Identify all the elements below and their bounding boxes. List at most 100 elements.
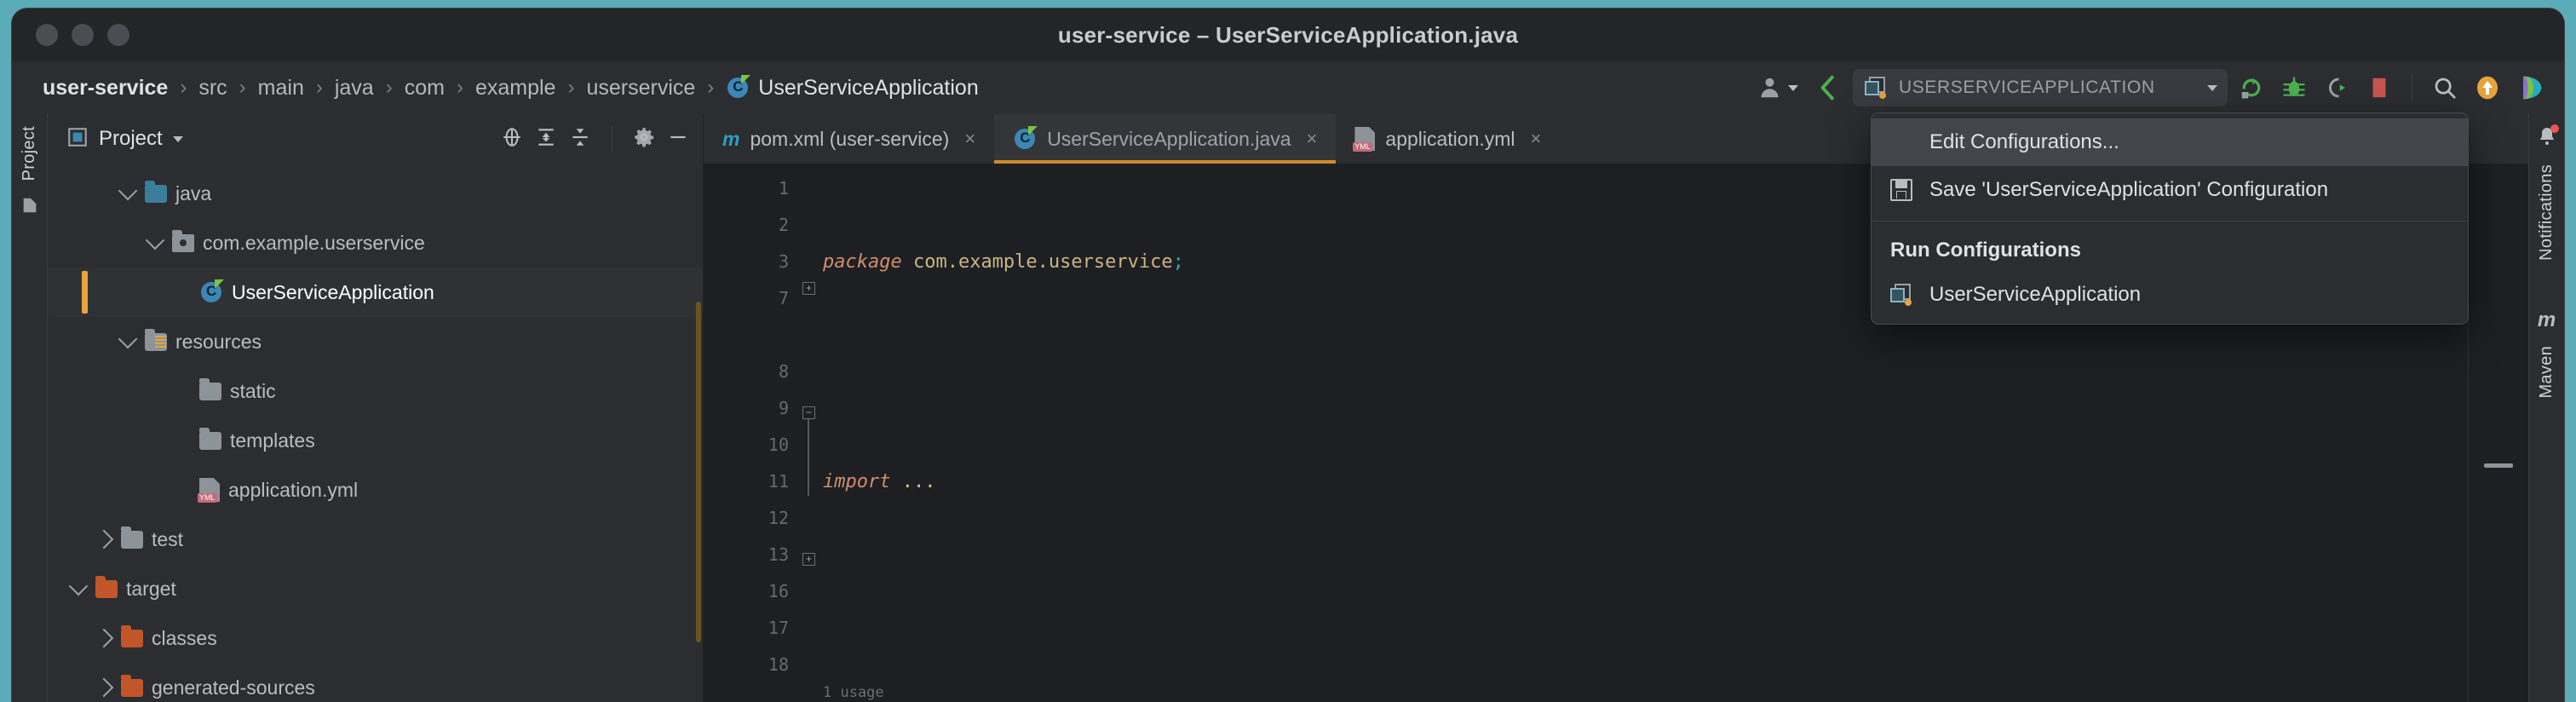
chevron-down-icon[interactable] <box>145 230 165 250</box>
settings-gear-icon[interactable] <box>633 126 655 152</box>
tree-item-classes[interactable]: classes <box>48 613 703 663</box>
run-icon[interactable] <box>2233 69 2270 106</box>
line-number: 12 <box>768 508 789 528</box>
tree-item-package[interactable]: com.example.userservice <box>48 218 703 268</box>
chevron-down-icon[interactable] <box>118 181 138 201</box>
menu-item-userserviceapplication[interactable]: UserServiceApplication <box>1872 271 2468 319</box>
menu-section-header: Run Configurations <box>1890 239 2081 262</box>
tree-item-label: java <box>175 181 212 204</box>
breadcrumb: user-service › src › main › java › com ›… <box>36 74 986 102</box>
tree-item-label: target <box>126 577 176 600</box>
tree-item-templates[interactable]: templates <box>48 416 703 465</box>
folder-target-icon <box>121 624 143 647</box>
breadcrumb-item-project[interactable]: user-service <box>36 74 175 102</box>
debug-icon[interactable] <box>2275 69 2313 106</box>
commit-icon[interactable] <box>20 196 39 219</box>
line-number: 1 <box>778 178 789 199</box>
run-with-coverage-icon[interactable] <box>2318 69 2355 106</box>
breadcrumb-separator: › <box>180 76 187 99</box>
expand-all-icon[interactable] <box>535 126 557 152</box>
menu-item-edit-configurations[interactable]: Edit Configurations... <box>1872 118 2468 166</box>
tree-item-static[interactable]: static <box>48 366 703 416</box>
chevron-right-icon[interactable] <box>94 677 114 698</box>
folder-icon <box>199 377 221 400</box>
fold-gutter[interactable]: + − + <box>797 164 823 702</box>
yml-file-icon: YML <box>198 478 220 503</box>
tree-item-label: classes <box>152 626 217 649</box>
stop-icon[interactable] <box>2360 69 2398 106</box>
sidebar-tab-project[interactable]: Project <box>20 126 39 181</box>
tree-item-generated-sources[interactable]: generated-sources <box>48 663 703 702</box>
project-scrollbar[interactable] <box>696 302 701 642</box>
breadcrumb-item-src[interactable]: src <box>192 74 233 102</box>
menu-item-save-configuration[interactable]: Save 'UserServiceApplication' Configurat… <box>1872 166 2468 214</box>
ai-assistant-icon[interactable] <box>2511 69 2549 106</box>
bell-icon[interactable] <box>2537 124 2559 151</box>
fold-marker-import[interactable]: + <box>802 282 815 295</box>
line-number-gutter: 1 2 3 7 . 8 9 10 11 12 13 16 17 18 <box>704 164 819 702</box>
close-window-button[interactable] <box>36 24 58 46</box>
close-icon[interactable]: × <box>964 128 975 150</box>
hide-panel-icon[interactable] <box>667 126 689 152</box>
tree-item-target[interactable]: target <box>48 564 703 613</box>
breadcrumb-separator: › <box>239 76 246 99</box>
update-arrow-icon[interactable] <box>2469 69 2506 106</box>
line-number: 2 <box>778 215 789 235</box>
java-class-icon: C <box>199 279 224 304</box>
line-number: 17 <box>768 618 789 638</box>
chevron-down-icon[interactable] <box>68 576 89 596</box>
close-icon[interactable]: × <box>1531 128 1542 150</box>
folder-source-icon <box>145 180 167 203</box>
tab-label: pom.xml (user-service) <box>750 127 950 150</box>
chevron-down-icon[interactable] <box>172 135 183 142</box>
fold-marker-method[interactable]: + <box>802 553 815 566</box>
chevron-right-icon[interactable] <box>94 628 114 648</box>
search-icon[interactable] <box>2426 69 2464 106</box>
maven-m-icon: m <box>2537 308 2556 331</box>
breadcrumb-item-com[interactable]: com <box>398 74 451 102</box>
window-title: user-service – UserServiceApplication.ja… <box>1057 21 1519 48</box>
tab-userserviceapplication-java[interactable]: C UserServiceApplication.java × <box>994 114 1337 164</box>
folder-icon <box>121 526 143 549</box>
folder-icon <box>199 427 221 450</box>
title-bar: user-service – UserServiceApplication.ja… <box>12 9 2564 61</box>
tree-item-application-yml[interactable]: YML application.yml <box>48 465 703 515</box>
zoom-window-button[interactable] <box>107 24 129 46</box>
tree-item-test[interactable]: test <box>48 515 703 564</box>
editor-overview-scrollbar[interactable] <box>2469 164 2528 702</box>
sidebar-tab-notifications[interactable]: Notifications <box>2537 164 2556 261</box>
fold-marker-class[interactable]: − <box>802 406 815 419</box>
breadcrumb-item-class[interactable]: C UserServiceApplication <box>719 74 985 102</box>
chevron-down-icon[interactable] <box>2207 84 2217 91</box>
chevron-down-icon[interactable] <box>118 329 138 349</box>
line-number: 3 <box>778 251 789 272</box>
tree-item-resources[interactable]: resources <box>48 317 703 366</box>
breadcrumb-item-main[interactable]: main <box>251 74 311 102</box>
breadcrumb-item-java[interactable]: java <box>328 74 381 102</box>
inlay-usage-hint[interactable]: 1 usage <box>823 682 2528 702</box>
code-with-me-icon[interactable] <box>1810 69 1848 106</box>
folder-resources-icon <box>145 328 167 351</box>
tab-pom-xml[interactable]: m pom.xml (user-service) × <box>704 114 994 164</box>
breadcrumb-item-example[interactable]: example <box>469 74 563 102</box>
run-configuration-selector[interactable]: USERSERVICEAPPLICATION <box>1853 69 2228 106</box>
sidebar-tab-maven[interactable]: Maven <box>2537 346 2556 399</box>
select-opened-file-icon[interactable] <box>501 126 523 152</box>
collapse-all-icon[interactable] <box>569 126 591 152</box>
breadcrumb-item-userservice[interactable]: userservice <box>579 74 702 102</box>
user-account-icon[interactable] <box>1752 69 1805 106</box>
tab-application-yml[interactable]: YML application.yml × <box>1336 114 1560 164</box>
tree-item-userserviceapplication[interactable]: C UserServiceApplication <box>48 268 703 317</box>
inlay-hint-spacer: . <box>704 317 797 354</box>
minimize-window-button[interactable] <box>72 24 94 46</box>
folder-target-icon <box>95 575 118 598</box>
run-configuration-value: USERSERVICEAPPLICATION <box>1899 78 2155 97</box>
project-tree: java com.example.userservice C UserServi… <box>48 164 703 702</box>
tree-item-java[interactable]: java <box>48 169 703 218</box>
menu-separator <box>1872 221 2468 222</box>
line-number: 18 <box>768 654 789 675</box>
close-icon[interactable]: × <box>1307 128 1318 150</box>
tree-item-label: templates <box>230 429 315 452</box>
traffic-light-buttons[interactable] <box>36 24 129 46</box>
chevron-right-icon[interactable] <box>94 529 114 550</box>
